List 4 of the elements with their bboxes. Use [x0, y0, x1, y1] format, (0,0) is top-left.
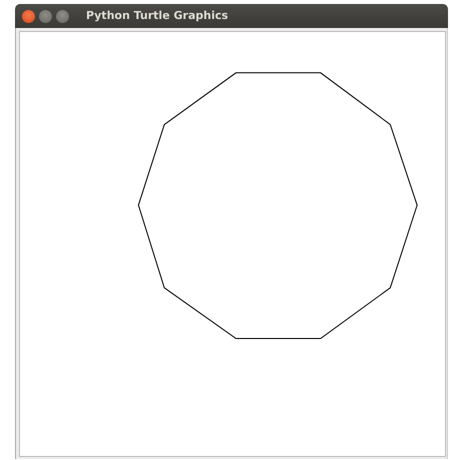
close-button[interactable]: [22, 10, 35, 22]
minimize-button[interactable]: [39, 10, 52, 22]
window-title: Python Turtle Graphics: [86, 8, 228, 24]
maximize-button[interactable]: [56, 10, 69, 22]
